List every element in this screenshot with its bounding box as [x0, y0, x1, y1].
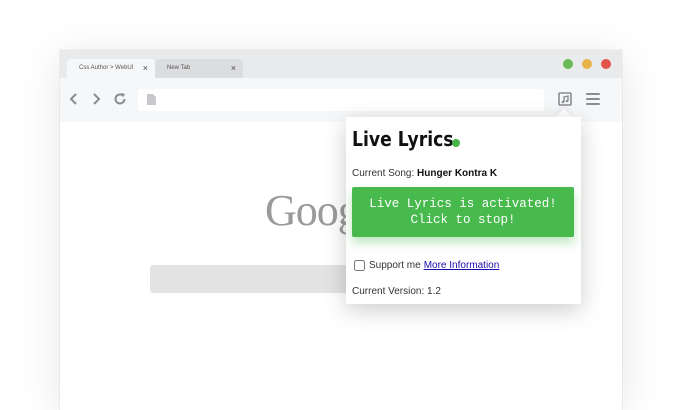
- page-icon: [147, 94, 156, 105]
- status-indicator: [452, 139, 460, 147]
- current-song: Current Song: Hunger Kontra K: [352, 168, 497, 179]
- button-line-1: Live Lyrics is activated!: [369, 197, 557, 211]
- tab-new-tab[interactable]: New Tab ×: [155, 59, 243, 78]
- song-name: Hunger Kontra K: [417, 168, 498, 179]
- more-information-link[interactable]: More Information: [424, 260, 500, 271]
- button-line-2: Click to stop!: [410, 213, 516, 227]
- song-label: Current Song:: [352, 168, 415, 179]
- close-icon[interactable]: ×: [231, 62, 236, 74]
- address-bar[interactable]: [138, 89, 544, 111]
- tab-bar: Css Author > WebUI × New Tab ×: [60, 50, 622, 78]
- version-info: Current Version: 1.2: [352, 286, 441, 297]
- support-label: Support me: [369, 260, 421, 271]
- maximize-button[interactable]: [563, 59, 573, 69]
- google-logo: Goog: [265, 186, 360, 235]
- tab-label: New Tab: [167, 65, 191, 71]
- browser-toolbar: [60, 78, 622, 122]
- minimize-button[interactable]: [582, 59, 592, 69]
- tab-label: Css Author > WebUI: [79, 65, 134, 71]
- tab-css-author[interactable]: Css Author > WebUI ×: [67, 59, 155, 78]
- extension-icon[interactable]: [558, 92, 572, 106]
- popup-title: Live Lyrics: [352, 127, 454, 151]
- support-checkbox[interactable]: [354, 260, 365, 271]
- toggle-lyrics-button[interactable]: Live Lyrics is activated! Click to stop!: [352, 187, 574, 237]
- close-window-button[interactable]: [601, 59, 611, 69]
- extension-popup: Live Lyrics Current Song: Hunger Kontra …: [346, 117, 581, 304]
- support-row: Support me More Information: [352, 260, 499, 271]
- close-icon[interactable]: ×: [143, 62, 148, 74]
- version-label: Current Version:: [352, 286, 425, 297]
- menu-icon[interactable]: [586, 93, 600, 105]
- forward-icon[interactable]: [88, 91, 104, 107]
- back-icon[interactable]: [66, 91, 82, 107]
- version-value: 1.2: [427, 286, 441, 297]
- reload-icon[interactable]: [112, 91, 128, 107]
